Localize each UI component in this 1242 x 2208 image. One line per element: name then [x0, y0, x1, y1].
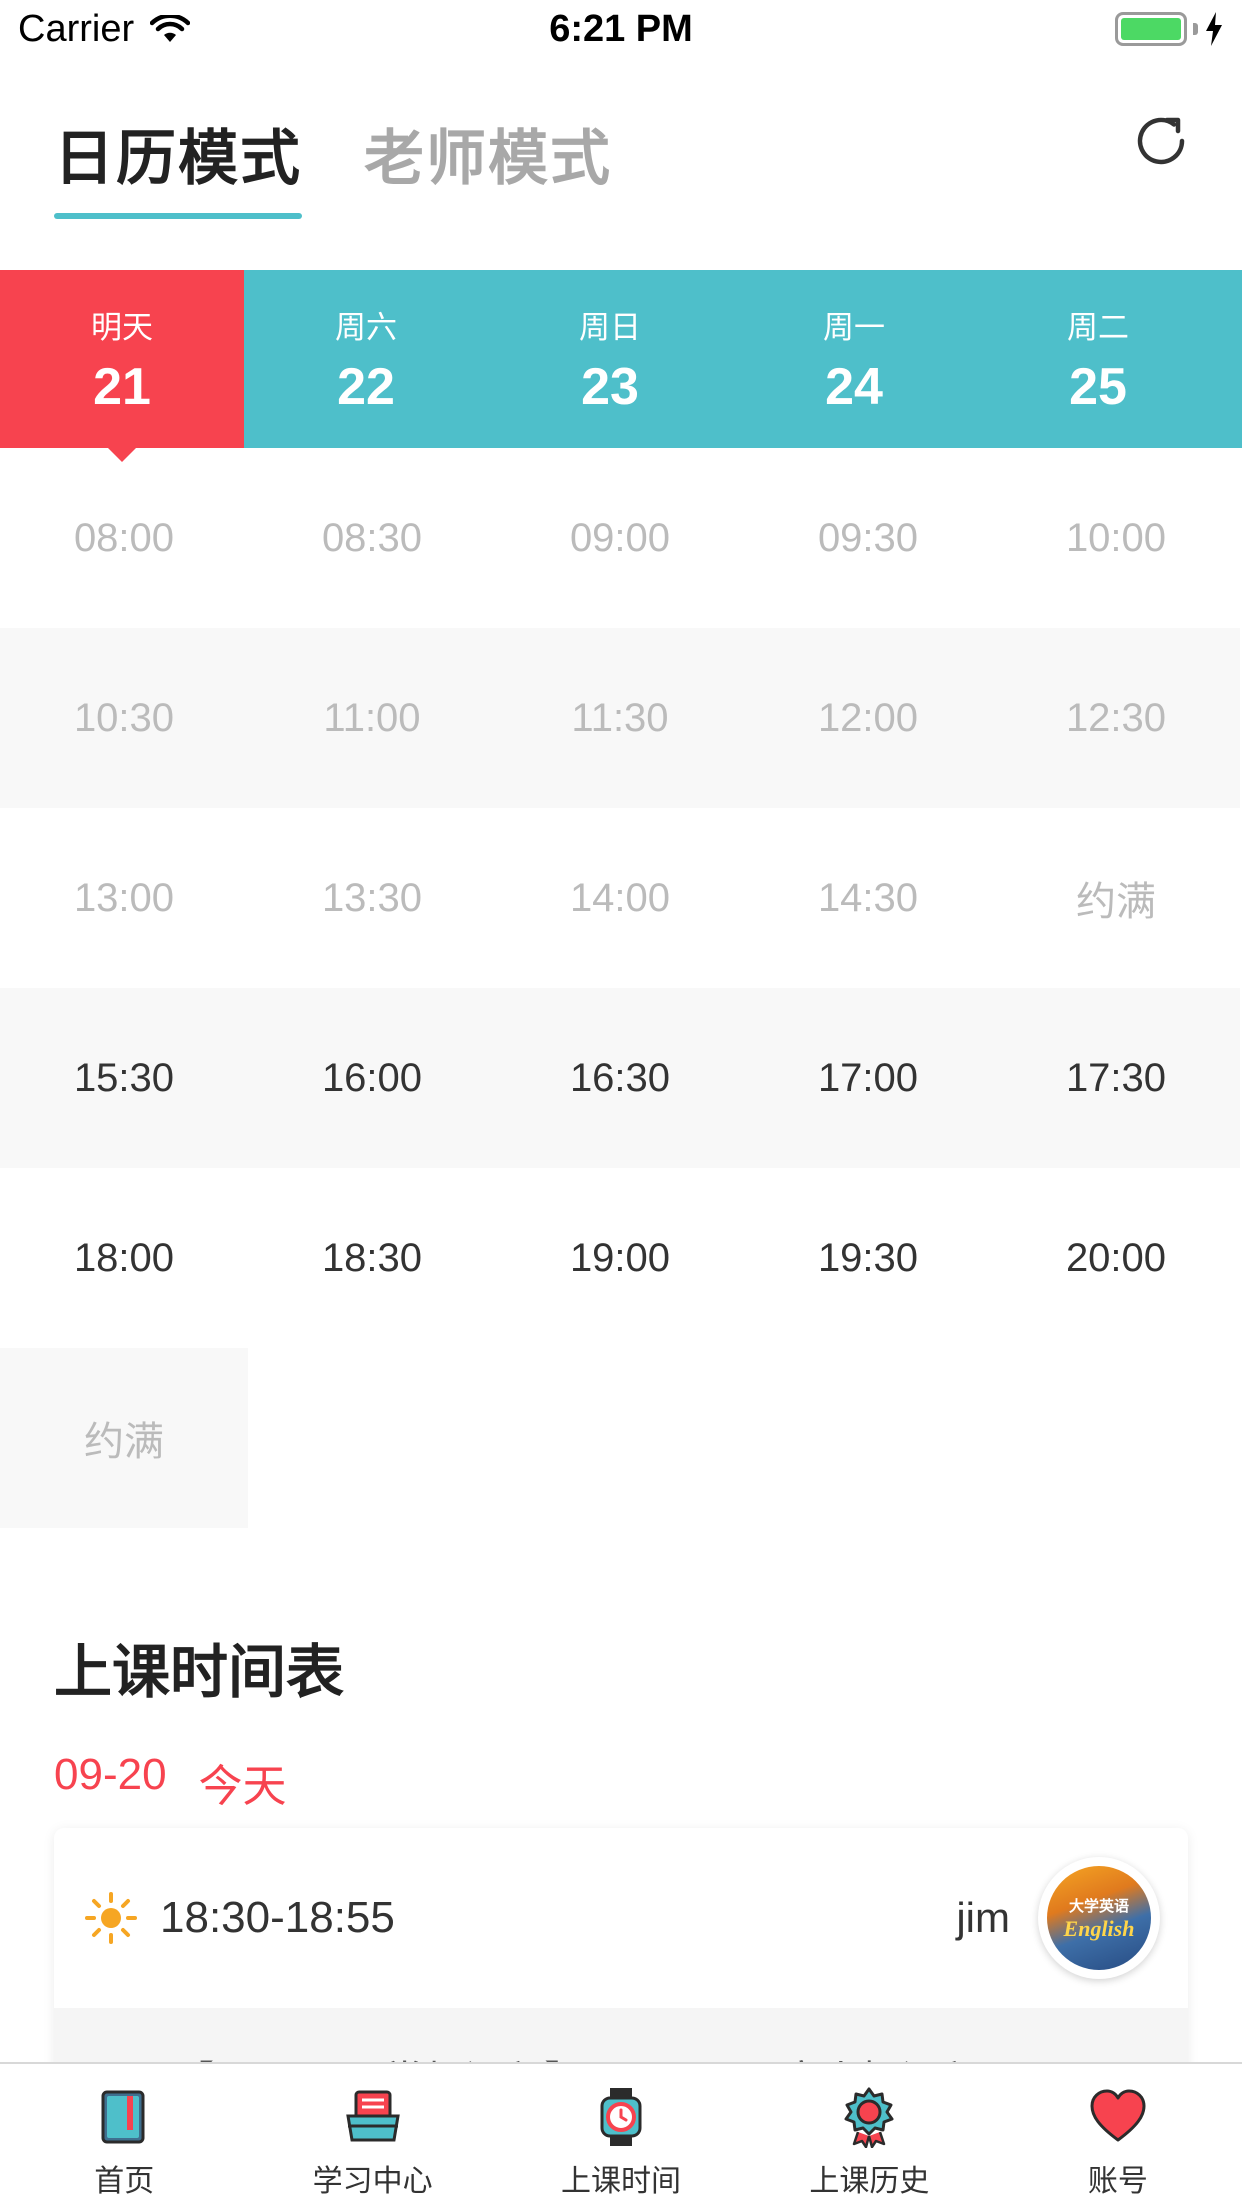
mode-tabs: 日历模式 老师模式: [54, 110, 612, 219]
notebook-icon: [101, 2090, 145, 2144]
tab-account[interactable]: 账号: [994, 2064, 1242, 2208]
time-slot: 11:30: [496, 628, 744, 808]
time-slot-row: 18:00 18:30 19:00 19:30 20:00: [0, 1168, 1242, 1348]
tab-calendar-mode[interactable]: 日历模式: [54, 110, 302, 219]
time-slot-empty: [744, 1348, 992, 1528]
status-time: 6:21 PM: [549, 8, 693, 50]
date-item-22[interactable]: 周六 22: [244, 270, 488, 448]
date-day: 25: [1069, 357, 1127, 416]
tab-class-history[interactable]: 上课历史: [745, 2064, 993, 2208]
time-slot-row: 13:00 13:30 14:00 14:30 约满: [0, 808, 1242, 988]
date-weekday: 周六: [335, 309, 397, 346]
time-slot: 11:00: [248, 628, 496, 808]
time-slot-empty: [248, 1348, 496, 1528]
status-bar: Carrier 6:21 PM: [0, 0, 1242, 62]
schedule-date: 09-20: [54, 1750, 167, 1799]
battery-level-fill: [1121, 18, 1181, 40]
refresh-icon[interactable]: [1130, 110, 1192, 172]
date-day: 23: [581, 357, 639, 416]
time-slot-row: 10:30 11:00 11:30 12:00 12:30: [0, 628, 1242, 808]
battery-indicator: [1115, 12, 1224, 46]
time-slot-row: 约满: [0, 1348, 1242, 1528]
time-slot: 09:30: [817, 515, 919, 560]
tab-label: 首页: [94, 2164, 155, 2199]
time-slot[interactable]: 16:30: [496, 988, 744, 1168]
badge-icon: [844, 2087, 894, 2148]
date-day: 24: [825, 357, 883, 416]
time-slot[interactable]: 19:00: [496, 1168, 744, 1348]
tab-label: 上课时间: [561, 2164, 682, 2199]
time-slot-empty: [496, 1348, 744, 1528]
tab-home[interactable]: 首页: [0, 2064, 248, 2208]
time-slot-grid: 08:00 08:30 09:00 09:30 10:00 10:30 11:00 11:30…: [0, 448, 1242, 1528]
today-tag: 今天: [198, 1761, 287, 1812]
tab-label: 上课历史: [809, 2164, 930, 2199]
tab-teacher-mode[interactable]: 老师模式: [364, 110, 612, 213]
time-slot: 09:00: [569, 515, 671, 560]
tab-label: 学习中心: [312, 2164, 433, 2199]
textbook-image: 大学英语 English: [1047, 1866, 1151, 1970]
time-slot[interactable]: 15:30: [0, 988, 248, 1168]
date-item-24[interactable]: 周一 24: [732, 270, 976, 448]
time-slot: 12:00: [744, 628, 992, 808]
schedule-date-header: 09-20 今天: [54, 1750, 287, 1814]
date-weekday: 周日: [579, 309, 641, 346]
battery-icon: [1115, 12, 1187, 46]
time-slot-row: 15:30 16:00 16:30 17:00 17:30: [0, 988, 1242, 1168]
date-weekday: 周二: [1067, 309, 1129, 346]
lesson-time: 18:30-18:55: [160, 1893, 395, 1942]
time-slot[interactable]: 20:00: [992, 1168, 1240, 1348]
date-item-25[interactable]: 周二 25: [976, 270, 1220, 448]
time-slot: 14:30: [817, 875, 919, 920]
time-slot-row: 08:00 08:30 09:00 09:30 10:00: [0, 448, 1242, 628]
charging-bolt-icon: [1206, 12, 1222, 46]
date-weekday: 周一: [823, 309, 885, 346]
battery-tip: [1193, 23, 1198, 35]
date-item-21[interactable]: 明天 21: [0, 270, 244, 462]
textbook-title-cn: 大学英语: [1068, 1896, 1129, 1915]
time-slot-full: 约满: [0, 1348, 248, 1528]
time-slot[interactable]: 17:00: [744, 988, 992, 1168]
textbook-cover: 大学英语 English: [1038, 1857, 1160, 1979]
time-slot: 08:30: [321, 515, 423, 560]
time-slot[interactable]: 18:30: [248, 1168, 496, 1348]
time-slot[interactable]: 16:00: [248, 988, 496, 1168]
textbook-title-en: English: [1063, 1915, 1135, 1941]
bottom-tab-bar: 首页 学习中心 上课时间 上课历史 账号: [0, 2062, 1242, 2208]
tab-study-center[interactable]: 学习中心: [248, 2064, 496, 2208]
time-slot[interactable]: 17:30: [992, 988, 1240, 1168]
lesson-card-header: 18:30-18:55 jim 大学英语 English: [54, 1828, 1188, 2008]
watch-icon: [600, 2088, 642, 2146]
study-tray-icon: [345, 2090, 400, 2142]
date-item-23[interactable]: 周日 23: [488, 270, 732, 448]
time-slot[interactable]: 19:30: [744, 1168, 992, 1348]
tab-label: 账号: [1087, 2164, 1148, 2199]
date-day: 21: [93, 357, 151, 416]
teacher-name: jim: [956, 1894, 1010, 1941]
time-slot: 13:30: [321, 875, 423, 920]
date-day: 22: [337, 357, 395, 416]
time-slot: 13:00: [73, 875, 175, 920]
time-slot: 10:30: [0, 628, 248, 808]
time-slot: 08:00: [73, 515, 175, 560]
time-slot: 14:00: [569, 875, 671, 920]
time-slot: 12:30: [992, 628, 1240, 808]
time-slot: 10:00: [1065, 515, 1167, 560]
time-slot-full: 约满: [1076, 879, 1156, 925]
sun-icon: [85, 1892, 137, 1944]
time-slot[interactable]: 18:00: [0, 1168, 248, 1348]
time-slot-empty: [992, 1348, 1240, 1528]
date-weekday: 明天: [91, 309, 153, 346]
schedule-title: 上课时间表: [54, 1638, 345, 1706]
tab-class-time[interactable]: 上课时间: [497, 2064, 745, 2208]
heart-icon: [1090, 2089, 1146, 2142]
date-strip: 明天 21 周六 22 周日 23 周一 24 周二 25: [0, 270, 1242, 462]
